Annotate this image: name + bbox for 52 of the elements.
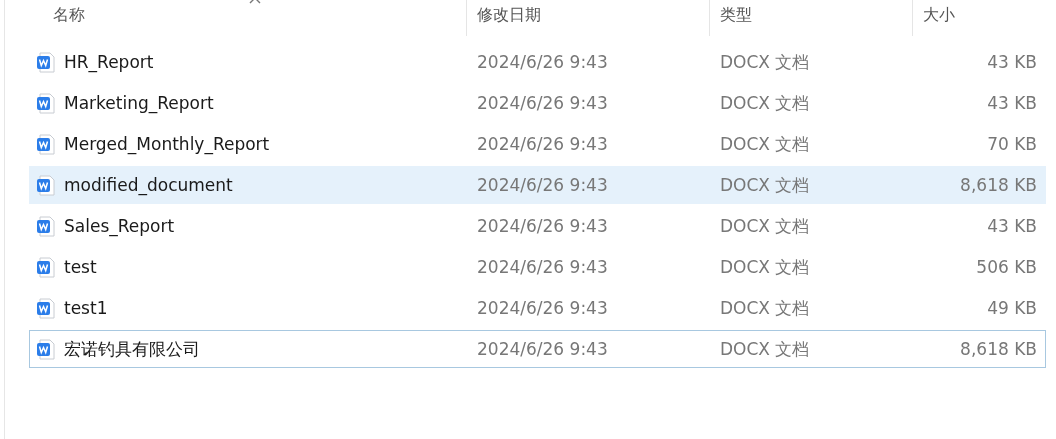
modified-date: 2024/6/26 9:43 (476, 216, 609, 236)
file-name: test1 (64, 298, 108, 318)
file-type: DOCX 文档 (719, 132, 811, 156)
file-size: 8,618 KB (959, 339, 1038, 359)
file-name: 宏诺钓具有限公司 (64, 337, 200, 361)
column-header[interactable]: 名称 (29, 0, 467, 36)
file-name: Sales_Report (64, 216, 175, 236)
file-type: DOCX 文档 (719, 337, 811, 361)
word-document-icon (36, 256, 56, 278)
modified-date: 2024/6/26 9:43 (476, 298, 609, 318)
word-document-icon (36, 174, 56, 196)
file-row[interactable]: 宏诺钓具有限公司 2024/6/26 9:43 DOCX 文档 8,618 KB (29, 330, 1046, 368)
file-type: DOCX 文档 (719, 214, 811, 238)
word-document-icon (36, 51, 56, 73)
file-name: HR_Report (64, 52, 154, 72)
modified-date: 2024/6/26 9:43 (476, 93, 609, 113)
file-size: 506 KB (975, 257, 1038, 277)
modified-date: 2024/6/26 9:43 (476, 134, 609, 154)
file-row[interactable]: Sales_Report 2024/6/26 9:43 DOCX 文档 43 KB (29, 207, 1046, 245)
file-size: 43 KB (986, 52, 1038, 72)
modified-date: 2024/6/26 9:43 (476, 52, 609, 72)
file-size: 70 KB (986, 134, 1038, 154)
modified-date: 2024/6/26 9:43 (476, 339, 609, 359)
file-type: DOCX 文档 (719, 50, 811, 74)
file-type: DOCX 文档 (719, 255, 811, 279)
column-header[interactable]: 大小 (913, 0, 1046, 36)
file-name: Merged_Monthly_Report (64, 134, 270, 154)
column-header[interactable]: 类型 (710, 0, 913, 36)
file-type: DOCX 文档 (719, 91, 811, 115)
modified-date: 2024/6/26 9:43 (476, 257, 609, 277)
file-size: 49 KB (986, 298, 1038, 318)
file-row[interactable]: modified_document 2024/6/26 9:43 DOCX 文档 8,618 KB (29, 166, 1046, 204)
file-row[interactable]: test1 2024/6/26 9:43 DOCX 文档 49 KB (29, 289, 1046, 327)
word-document-icon (36, 215, 56, 237)
word-document-icon (36, 297, 56, 319)
file-type: DOCX 文档 (719, 296, 811, 320)
file-row[interactable]: Merged_Monthly_Report 2024/6/26 9:43 DOCX 文档 70 KB (29, 125, 1046, 163)
word-document-icon (36, 338, 56, 360)
file-name: Marketing_Report (64, 93, 214, 113)
column-header[interactable]: 修改日期 (467, 0, 710, 36)
word-document-icon (36, 133, 56, 155)
file-row[interactable]: HR_Report 2024/6/26 9:43 DOCX 文档 43 KB (29, 43, 1046, 81)
file-name: test (64, 257, 97, 277)
modified-date: 2024/6/26 9:43 (476, 175, 609, 195)
file-size: 8,618 KB (959, 175, 1038, 195)
file-size: 43 KB (986, 216, 1038, 236)
file-name: modified_document (64, 175, 233, 195)
file-size: 43 KB (986, 93, 1038, 113)
word-document-icon (36, 92, 56, 114)
file-row[interactable]: test 2024/6/26 9:43 DOCX 文档 506 KB (29, 248, 1046, 286)
file-row[interactable]: Marketing_Report 2024/6/26 9:43 DOCX 文档 43 KB (29, 84, 1046, 122)
file-type: DOCX 文档 (719, 173, 811, 197)
